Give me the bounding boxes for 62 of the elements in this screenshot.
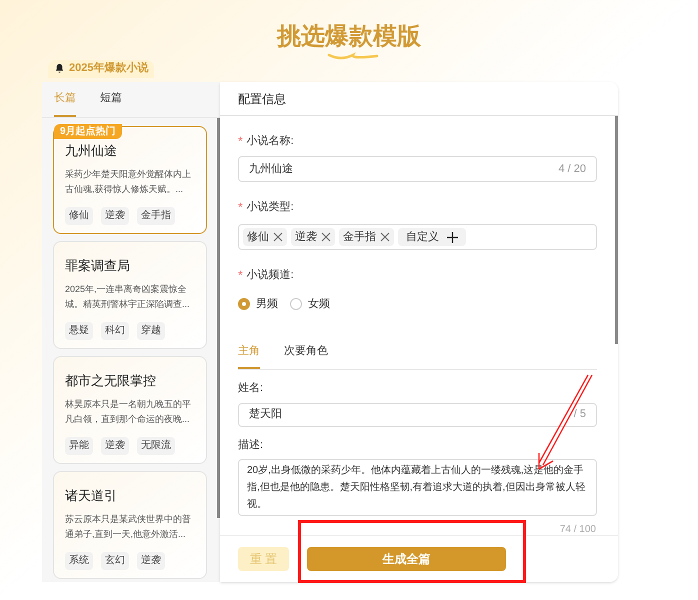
tag: 异能 bbox=[65, 436, 93, 454]
page-title: 挑选爆款模版 bbox=[277, 24, 421, 50]
type-tag: 修仙 bbox=[243, 228, 287, 246]
card-description: 苏云原本只是某武侠世界中的普通弟子,直到一天,他意外激活... bbox=[65, 512, 192, 540]
type-tag: 逆袭 bbox=[291, 228, 335, 246]
field-value: 九州仙途 bbox=[249, 162, 293, 177]
template-card[interactable]: 都市之无限掌控 林昊原本只是一名朝九晚五的平凡白领，直到那个命运的夜晚... 异能 逆袭 无限流 bbox=[53, 356, 207, 464]
card-title: 九州仙途 bbox=[65, 142, 118, 160]
panel-header: 配置信息 bbox=[220, 82, 618, 116]
required-mark: * bbox=[238, 133, 243, 150]
field-label: 小说频道: bbox=[246, 268, 294, 283]
field-label: 描述: bbox=[238, 438, 264, 452]
card-description: 采药少年楚天阳意外觉醒体内上古仙魂,获得惊人修炼天赋。... bbox=[65, 168, 192, 196]
card-description: 林昊原本只是一名朝九晚五的平凡白领，直到那个命运的夜晚... bbox=[65, 398, 192, 426]
template-card[interactable]: 罪案调查局 2025年,一连串离奇凶案震惊全城。精英刑警林宇正深陷调查... 悬疑 科幻 穿越 bbox=[53, 241, 207, 349]
role-tab[interactable]: 次要角色 bbox=[284, 342, 328, 369]
hot-ribbon: 9月起点热门 bbox=[54, 124, 122, 139]
card-description: 2025年,一连串离奇凶案震惊全城。精英刑警林宇正深陷调查... bbox=[65, 282, 191, 310]
plus-icon bbox=[447, 232, 458, 242]
bell-icon bbox=[54, 63, 65, 74]
type-tag: 金手指 bbox=[339, 228, 394, 246]
tag: 逆袭 bbox=[137, 552, 165, 570]
char-counter: 4 / 20 bbox=[558, 162, 586, 177]
card-title: 罪案调查局 bbox=[65, 257, 131, 275]
category-tab[interactable]: 短篇 bbox=[100, 82, 122, 117]
char-counter: / 5 bbox=[574, 407, 586, 422]
required-mark: * bbox=[238, 199, 243, 216]
radio-label: 女频 bbox=[308, 297, 330, 312]
novel-name-field[interactable]: 九州仙途 4 / 20 bbox=[238, 156, 597, 182]
close-icon[interactable] bbox=[273, 232, 283, 242]
tag: 金手指 bbox=[137, 206, 175, 224]
scrollbar[interactable] bbox=[615, 116, 618, 344]
tag: 系统 bbox=[65, 552, 93, 570]
char-counter: 74 / 100 bbox=[560, 524, 596, 535]
close-icon[interactable] bbox=[321, 232, 331, 242]
channel-radio[interactable]: 女频 bbox=[290, 296, 330, 312]
field-label: 小说类型: bbox=[246, 200, 294, 215]
custom-tag-button[interactable]: 自定义 bbox=[398, 228, 466, 246]
card-title: 诸天道引 bbox=[65, 487, 118, 505]
channel-radio[interactable]: 男频 bbox=[238, 296, 278, 312]
underline-squiggle-icon bbox=[327, 51, 379, 61]
card-title: 都市之无限掌控 bbox=[65, 372, 157, 390]
tag: 逆袭 bbox=[101, 436, 129, 454]
tag: 修仙 bbox=[65, 206, 93, 224]
radio-label: 男频 bbox=[256, 297, 278, 312]
tag: 科幻 bbox=[101, 322, 129, 340]
close-icon[interactable] bbox=[380, 232, 390, 242]
field-label: 姓名: bbox=[238, 381, 264, 396]
field-value: 楚天阳 bbox=[249, 407, 282, 422]
role-name-field[interactable]: 楚天阳 / 5 bbox=[238, 402, 597, 426]
tag: 穿越 bbox=[137, 322, 165, 340]
tag: 玄幻 bbox=[101, 552, 129, 570]
tag: 无限流 bbox=[137, 436, 175, 454]
tag: 逆袭 bbox=[101, 206, 129, 224]
template-card[interactable]: 9月起点热门 九州仙途 采药少年楚天阳意外觉醒体内上古仙魂,获得惊人修炼天赋。... 修仙 逆袭 金手指 bbox=[53, 126, 207, 234]
tag: 悬疑 bbox=[65, 322, 93, 340]
scrollbar[interactable] bbox=[217, 118, 220, 518]
required-mark: * bbox=[238, 267, 243, 284]
type-tags-field[interactable]: 修仙 逆袭 金手指 自定义 bbox=[238, 224, 597, 250]
badge-label: 2025年爆款小说 bbox=[69, 60, 148, 76]
template-card[interactable]: 诸天道引 苏云原本只是某武侠世界中的普通弟子,直到一天,他意外激活... 系统 玄幻 逆袭 bbox=[53, 471, 207, 579]
field-label: 小说名称: bbox=[246, 134, 294, 149]
